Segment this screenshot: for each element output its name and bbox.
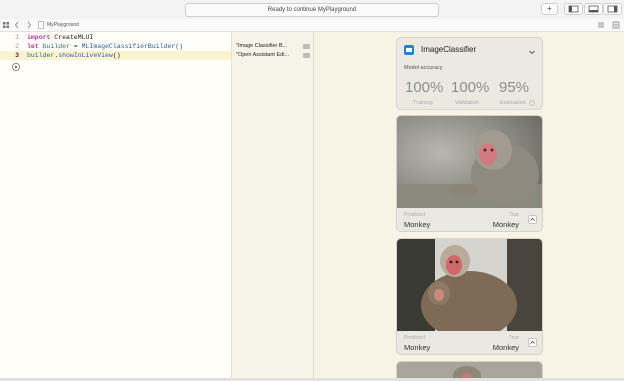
jump-bar: MyPlayground: [0, 19, 624, 32]
source-editor[interactable]: 1 import CreateMLUI 2 let builder = MLIm…: [0, 32, 231, 378]
type-token: MLImageClassifierBuilder(): [81, 43, 184, 50]
monkey-image: [397, 239, 542, 331]
image-classifier-icon: [404, 45, 414, 55]
line-number: 2: [15, 43, 19, 50]
expand-button[interactable]: [528, 338, 537, 347]
keyword-token: let: [27, 43, 39, 50]
predicted-value: Monkey: [404, 343, 431, 352]
quick-look-icon[interactable]: [303, 53, 310, 58]
chevron-down-icon[interactable]: [528, 48, 536, 56]
swift-file-icon: [38, 21, 44, 29]
training-label: Training: [413, 100, 433, 106]
code-line[interactable]: 1 import CreateMLUI: [0, 33, 231, 42]
monkey-image: [397, 116, 542, 208]
validation-accuracy-value: 100%: [451, 79, 490, 96]
prediction-card: Predicted Monkey True Monkey: [396, 115, 543, 232]
variable-token: builder: [27, 52, 55, 59]
toggle-navigator-button[interactable]: [564, 3, 583, 15]
predicted-label: Predicted: [404, 212, 426, 218]
paren-token: (): [112, 52, 121, 59]
training-accuracy-value: 100%: [405, 79, 444, 96]
toggle-debug-area-button[interactable]: [584, 3, 603, 15]
line-number: 3: [15, 52, 19, 59]
chevron-up-icon: [530, 217, 535, 221]
inspector-icon: [607, 5, 618, 13]
result-value: "Image Classifier B...: [236, 43, 288, 49]
keyword-token: import: [27, 34, 51, 41]
true-label: True: [508, 335, 519, 341]
forward-icon[interactable]: [25, 19, 33, 31]
result-value: "Open Assistant Edi...: [236, 52, 290, 58]
true-value: Monkey: [492, 343, 519, 352]
info-icon[interactable]: [529, 100, 535, 106]
line-number: 1: [15, 34, 19, 41]
method-token: showInLiveView: [58, 52, 113, 59]
true-label: True: [508, 212, 519, 218]
grid-icon[interactable]: [1, 19, 11, 31]
module-token: CreateMLUI: [50, 34, 94, 41]
model-title: ImageClassifier: [421, 45, 477, 54]
code-line[interactable]: 2 let builder = MLImageClassifierBuilder…: [0, 42, 231, 51]
prediction-card: Predicted Monkey True Monkey: [396, 238, 543, 355]
add-button[interactable]: +: [541, 3, 558, 15]
model-summary-card: ImageClassifier Model accuracy 100% 100%…: [396, 37, 543, 110]
true-value: Monkey: [492, 220, 519, 229]
chevron-up-icon: [530, 340, 535, 344]
validation-label: Validation: [455, 100, 479, 106]
variable-token: builder: [38, 43, 70, 50]
predicted-value: Monkey: [404, 220, 431, 229]
model-accuracy-label: Model accuracy: [404, 65, 443, 71]
quick-look-icon[interactable]: [303, 44, 310, 49]
predicted-label: Predicted: [404, 335, 426, 341]
code-line-current[interactable]: 3 builder.showInLiveView(): [0, 51, 231, 60]
evaluation-label: Evaluation: [500, 100, 526, 106]
activity-status-field: Ready to continue MyPlayground: [185, 3, 439, 17]
results-sidebar: "Image Classifier B... "Open Assistant E…: [231, 32, 314, 378]
window-toolbar: Ready to continue MyPlayground +: [0, 0, 624, 20]
operator-token: =: [69, 43, 82, 50]
toggle-inspector-button[interactable]: [603, 3, 622, 15]
debug-area-icon: [588, 5, 599, 13]
back-icon[interactable]: [13, 19, 21, 31]
expand-button[interactable]: [528, 215, 537, 224]
evaluation-accuracy-value: 95%: [499, 79, 530, 96]
split-editor-icon[interactable]: [611, 19, 621, 31]
prediction-footer: Predicted Monkey True Monkey: [397, 208, 542, 231]
prediction-footer: Predicted Monkey True Monkey: [397, 331, 542, 354]
navigator-icon: [568, 5, 579, 13]
lines-icon[interactable]: [596, 19, 606, 31]
run-playground-icon[interactable]: [11, 62, 21, 72]
breadcrumb[interactable]: MyPlayground: [47, 19, 79, 31]
